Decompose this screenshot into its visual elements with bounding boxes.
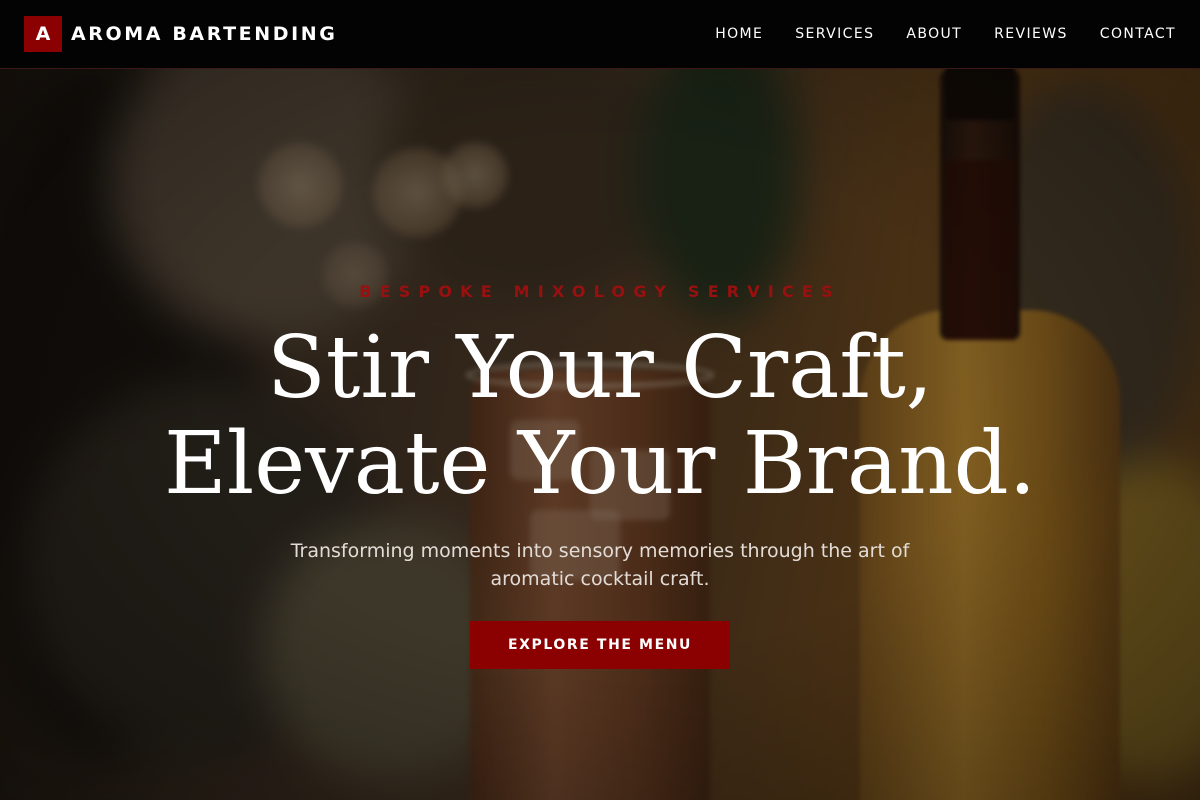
nav-link-services[interactable]: SERVICES	[795, 24, 874, 44]
hero-section: BESPOKE MIXOLOGY SERVICES Stir Your Craf…	[0, 0, 1200, 800]
headline-line-1: Stir Your Craft,	[266, 318, 934, 418]
brand-logo-link[interactable]: A AROMA BARTENDING	[24, 16, 337, 52]
nav-link-about[interactable]: ABOUT	[906, 24, 962, 44]
nav-link-contact[interactable]: CONTACT	[1100, 24, 1176, 44]
hero-headline: Stir Your Craft, Elevate Your Brand.	[0, 320, 1200, 512]
logo-mark: A	[24, 16, 62, 52]
hero-eyebrow: BESPOKE MIXOLOGY SERVICES	[359, 282, 841, 301]
top-navbar: A AROMA BARTENDING HOME SERVICES ABOUT R…	[0, 0, 1200, 69]
nav-links: HOME SERVICES ABOUT REVIEWS CONTACT	[683, 24, 1176, 44]
nav-link-reviews[interactable]: REVIEWS	[994, 24, 1068, 44]
explore-menu-button[interactable]: EXPLORE THE MENU	[470, 621, 730, 669]
hero-subtitle: Transforming moments into sensory memori…	[290, 540, 910, 590]
headline-line-2: Elevate Your Brand.	[163, 414, 1037, 514]
nav-link-home[interactable]: HOME	[715, 24, 763, 44]
brand-name: AROMA BARTENDING	[71, 23, 338, 45]
